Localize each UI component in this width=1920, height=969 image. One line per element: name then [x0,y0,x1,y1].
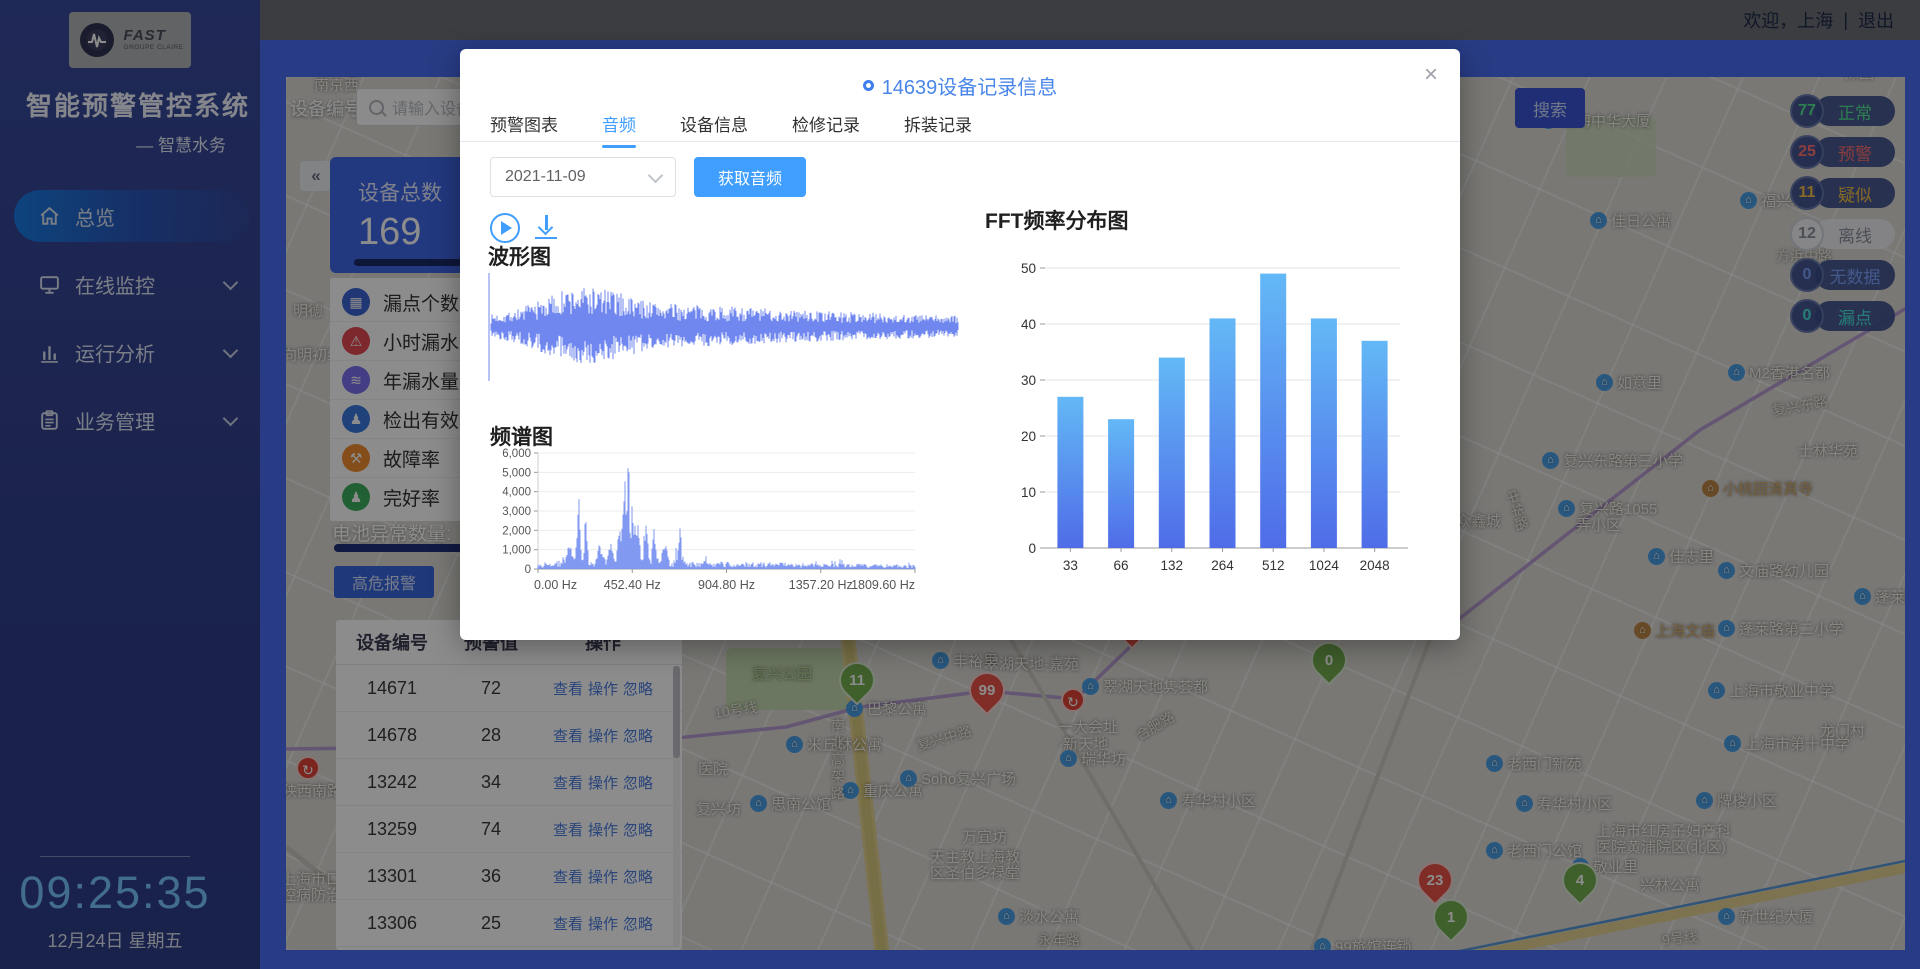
spectrum-chart: 0 1,000 2,000 3,000 4,000 5,000 6,000 0.00 Hz 45… [490,447,922,602]
svg-text:66: 66 [1114,558,1129,573]
svg-text:20: 20 [1021,429,1036,444]
svg-text:3,000: 3,000 [502,506,531,518]
svg-text:0: 0 [525,564,531,576]
svg-text:0.00 Hz: 0.00 Hz [534,578,577,592]
tab-预警图表[interactable]: 预警图表 [490,111,558,148]
tab-检修记录[interactable]: 检修记录 [792,111,860,148]
fft-chart-title: FFT频率分布图 [985,205,1128,235]
fft-bar-chart: 0 10 20 30 40 50 33 66 132 264 512 1024 2048 [1000,243,1420,615]
close-icon[interactable]: × [1424,63,1438,87]
svg-text:6,000: 6,000 [502,448,531,460]
app-screen: FAST GROUPE CLAIRE 智能预警管控系统 — 智慧水务 总览在线监… [0,0,1920,969]
svg-text:132: 132 [1161,558,1184,573]
fetch-audio-button[interactable]: 获取音频 [694,157,806,197]
tab-音频[interactable]: 音频 [602,111,636,148]
modal-tabs: 预警图表 音频 设备信息 检修记录 拆装记录 [490,111,972,148]
svg-text:5,000: 5,000 [502,467,531,479]
tab-拆装记录[interactable]: 拆装记录 [904,111,972,148]
svg-text:2048: 2048 [1360,558,1390,573]
tab-设备信息[interactable]: 设备信息 [680,111,748,148]
svg-text:10: 10 [1021,485,1036,500]
svg-text:1357.20 Hz: 1357.20 Hz [789,578,853,592]
svg-text:40: 40 [1021,317,1036,332]
svg-text:904.80 Hz: 904.80 Hz [698,578,755,592]
svg-text:2,000: 2,000 [502,525,531,537]
chevron-down-icon [648,167,664,183]
date-select[interactable]: 2021-11-09 [490,157,676,197]
play-audio-icon[interactable] [490,213,520,243]
svg-text:0: 0 [1028,541,1036,556]
svg-text:1024: 1024 [1309,558,1340,573]
svg-text:33: 33 [1063,558,1078,573]
svg-text:264: 264 [1211,558,1234,573]
tabs-divider [460,141,1460,142]
waveform-chart [488,267,960,389]
svg-text:50: 50 [1021,261,1036,276]
svg-text:1,000: 1,000 [502,545,531,557]
device-record-modal: 14639设备记录信息 × 预警图表 音频 设备信息 检修记录 拆装记录 2021-11… [460,49,1460,640]
record-dot-icon [863,80,874,91]
svg-text:452.40 Hz: 452.40 Hz [604,578,661,592]
date-select-value: 2021-11-09 [505,168,586,186]
svg-text:1809.60 Hz: 1809.60 Hz [851,578,915,592]
svg-text:30: 30 [1021,373,1036,388]
modal-title: 14639设备记录信息 [882,71,1058,100]
download-audio-icon[interactable] [534,213,558,243]
svg-text:4,000: 4,000 [502,487,531,499]
modal-header: 14639设备记录信息 [460,49,1460,100]
svg-text:512: 512 [1262,558,1285,573]
